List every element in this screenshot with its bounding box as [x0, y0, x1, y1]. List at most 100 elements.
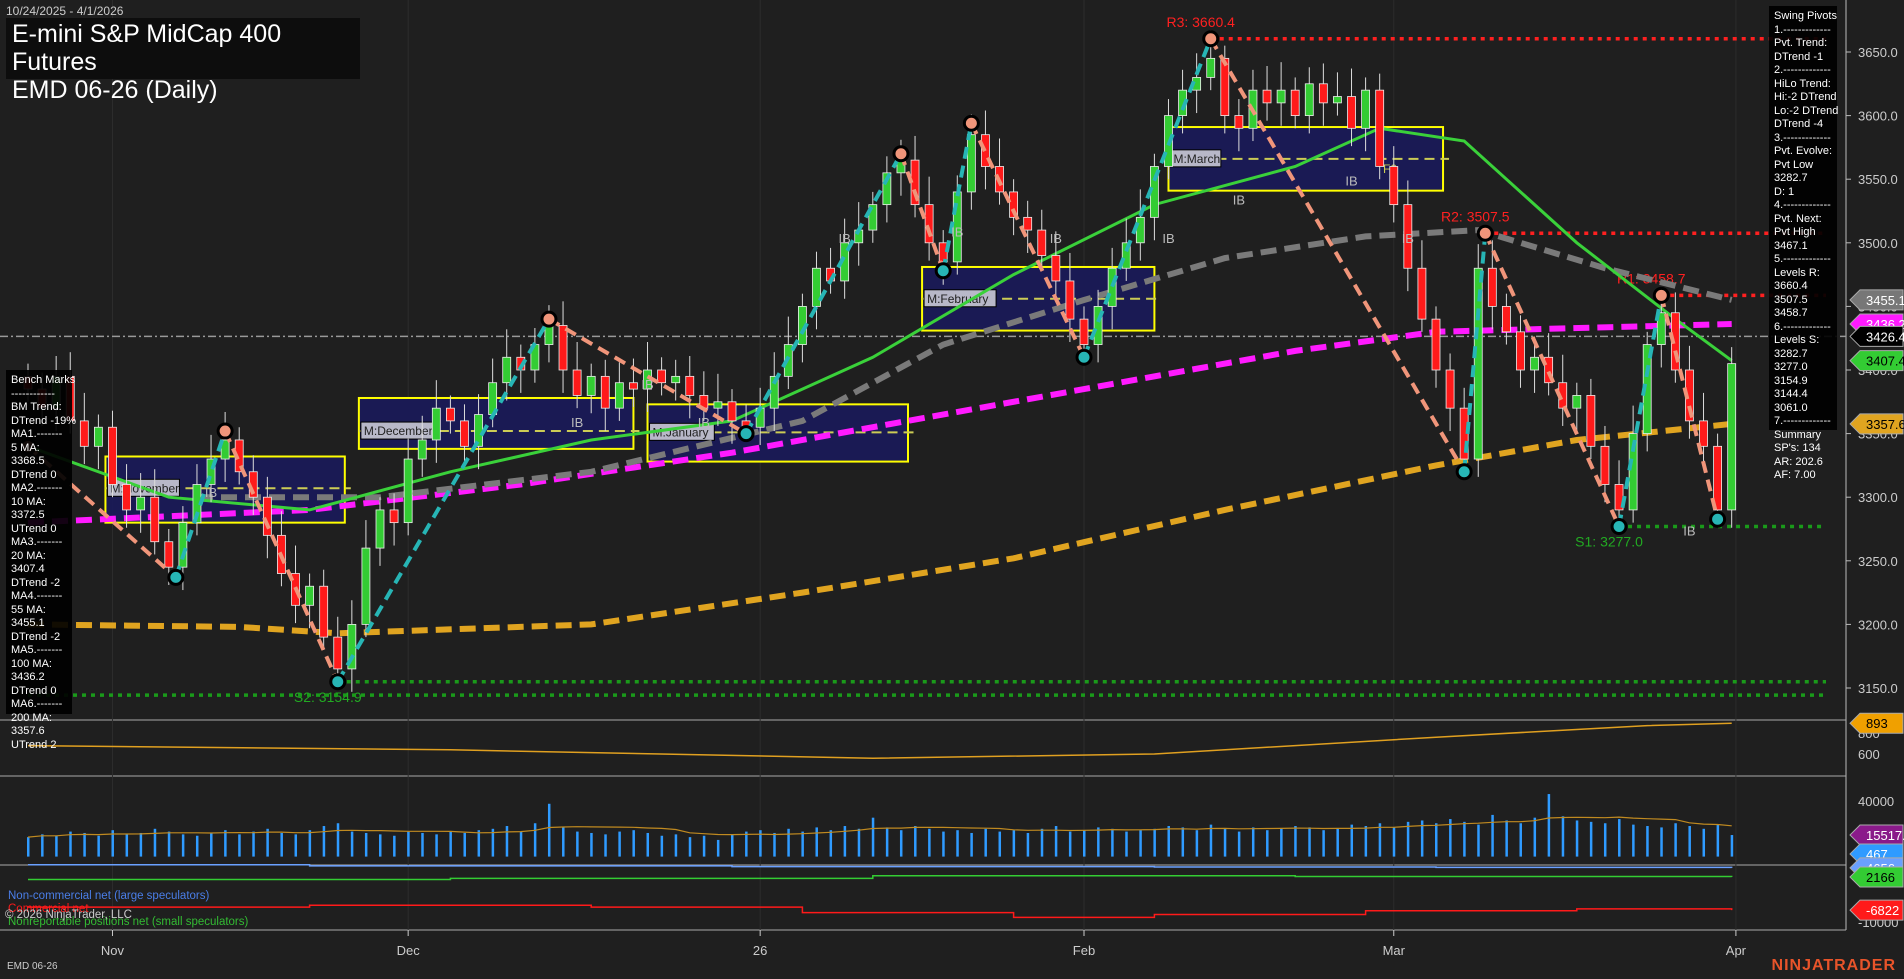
candle-body [1235, 116, 1243, 129]
volume-bar [1393, 827, 1396, 856]
bench-line: MA2.------- [11, 482, 67, 496]
bench-line: UTrend 2 [11, 739, 67, 753]
symbol-label: EMD 06-26 [7, 961, 58, 972]
candle-body [1362, 90, 1370, 128]
swing-pivots-panel: Swing Pivots1.-------------Pvt. Trend:DT… [1769, 6, 1837, 430]
volume-bar [731, 834, 734, 856]
volume-bar [675, 834, 678, 856]
bench-line: 3372.5 [11, 509, 67, 523]
volume-bar [1238, 832, 1241, 857]
bench-line: BM Trend: [11, 401, 67, 415]
volume-bar [1660, 827, 1663, 856]
volume-bar [1322, 830, 1325, 856]
date-tick-label: 26 [753, 943, 767, 958]
cot-flag: -6822 [1866, 903, 1899, 918]
volume-bar [224, 830, 227, 856]
volume-bar [435, 834, 438, 856]
candle-body [1348, 97, 1356, 129]
swing-line: Levels R: [1774, 267, 1832, 281]
volume-bar [548, 804, 551, 857]
volume-bar [1576, 820, 1579, 856]
candle-body [559, 325, 567, 370]
volume-bar [534, 823, 537, 856]
price-flag: 3455.1 [1866, 293, 1904, 308]
swing-line: 3660.4 [1774, 280, 1832, 294]
indicator-line [28, 723, 1732, 758]
cot-series-line [28, 876, 1732, 880]
swing-line: DTrend -4 [1774, 118, 1832, 132]
bench-line: MA1.------- [11, 428, 67, 442]
ib-label: IB [1683, 523, 1695, 538]
candle-body [1376, 90, 1384, 166]
price-chart[interactable]: 3650.03600.03550.03500.03450.03400.03350… [0, 0, 1904, 979]
price-flag: 3407.4 [1866, 354, 1904, 369]
candle-body [165, 542, 173, 567]
bench-line: 3436.2 [11, 671, 67, 685]
volume-bar [1139, 830, 1142, 856]
volume-bar [1196, 830, 1199, 856]
swing-pivot-marker [1077, 350, 1091, 364]
volume-bar [1618, 819, 1621, 857]
ib-label: IB [698, 415, 710, 430]
date-tick-label: Feb [1073, 943, 1095, 958]
volume-bar [928, 829, 931, 857]
bench-line: 100 MA: [11, 658, 67, 672]
bench-line: DTrend 0 [11, 469, 67, 483]
volume-bar [1083, 830, 1086, 856]
volume-bar [1351, 825, 1354, 857]
candle-body [1516, 332, 1524, 370]
candle-body [1601, 446, 1609, 484]
volume-bar [379, 834, 382, 856]
bench-line: MA3.------- [11, 536, 67, 550]
swing-line: 7.------------- [1774, 415, 1832, 429]
swing-line: Levels S: [1774, 334, 1832, 348]
volume-bar [97, 836, 100, 857]
swing-line: 3277.0 [1774, 361, 1832, 375]
volume-bar [1435, 823, 1438, 856]
cot-series-line [28, 905, 1732, 917]
volume-bar [295, 834, 298, 856]
volume-bar [41, 834, 44, 856]
volume-bar [1590, 822, 1593, 857]
swing-line: Pvt. Evolve: [1774, 145, 1832, 159]
bench-line: Bench Marks [11, 374, 67, 388]
volume-bar [703, 836, 706, 857]
swing-up-leg [1619, 295, 1661, 526]
candle-body [1221, 58, 1229, 115]
volume-bar [365, 833, 368, 857]
swing-line: Hi:-2 DTrend [1774, 91, 1832, 105]
price-tick-label: 3600.0 [1858, 109, 1898, 124]
swing-line: 3458.7 [1774, 307, 1832, 321]
ib-label: IB [1345, 174, 1357, 189]
volume-bar [1224, 829, 1227, 857]
swing-pivot-marker [894, 147, 908, 161]
bench-line: UTrend 0 [11, 523, 67, 537]
candle-body [151, 497, 159, 542]
swing-pivot-marker [739, 427, 753, 441]
candle-body [390, 510, 398, 523]
volume-bar [1688, 826, 1691, 857]
swing-pivot-marker [1457, 465, 1471, 479]
volume-bar [970, 833, 973, 857]
swing-line: AF: 7.00 [1774, 469, 1832, 483]
swing-line: 3282.7 [1774, 348, 1832, 362]
ib-label: IB [1050, 231, 1062, 246]
volume-bar [323, 826, 326, 857]
volume-bar [1548, 794, 1551, 857]
ib-label: IB [1233, 193, 1245, 208]
candle-body [601, 376, 609, 408]
swing-line: 3.------------- [1774, 132, 1832, 146]
candle-body [1305, 84, 1313, 116]
candle-body [629, 383, 637, 389]
volume-bar [1294, 826, 1297, 857]
swing-line: Pvt. Next: [1774, 213, 1832, 227]
candle-body [1277, 90, 1285, 103]
date-tick-label: Mar [1383, 943, 1406, 958]
volume-bar [55, 836, 58, 857]
candle-body [1390, 166, 1398, 204]
price-tick-label: 3200.0 [1858, 617, 1898, 632]
swing-pivot-marker [936, 264, 950, 278]
bench-line: 55 MA: [11, 604, 67, 618]
bench-line: DTrend -19% [11, 415, 67, 429]
swing-line: 5.------------- [1774, 253, 1832, 267]
